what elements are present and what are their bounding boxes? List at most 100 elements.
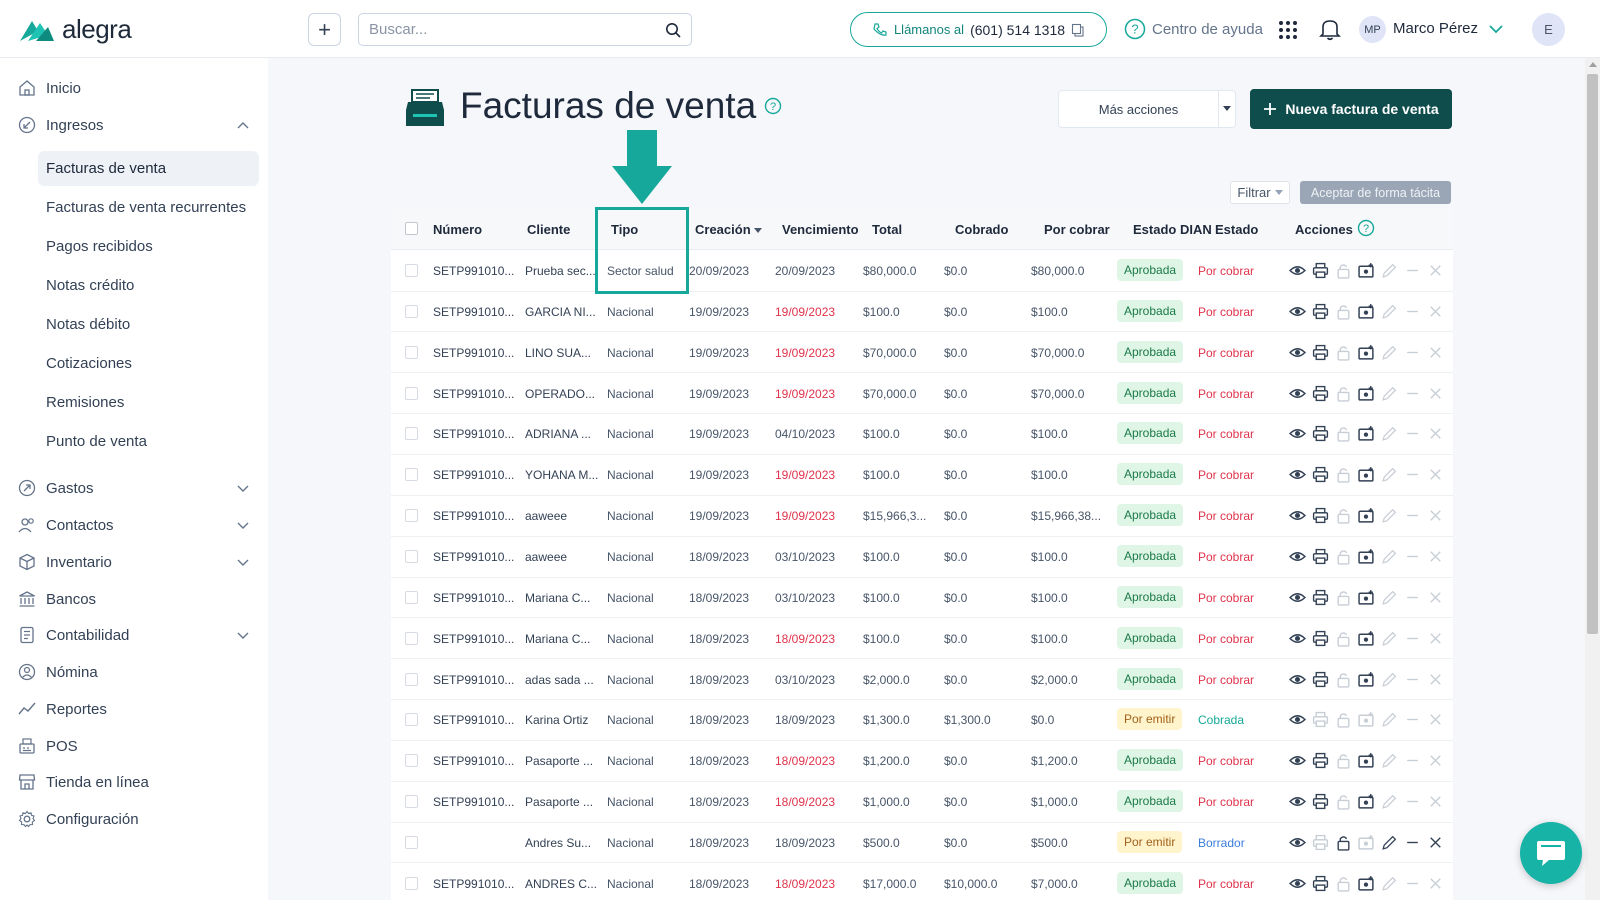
payment-add-icon[interactable] (1358, 671, 1375, 688)
notifications-bell-icon[interactable] (1319, 17, 1341, 41)
cell-numero[interactable]: SETP991010... (433, 754, 514, 768)
edit-pencil-icon[interactable] (1381, 671, 1398, 688)
minus-icon[interactable] (1404, 630, 1421, 647)
void-x-icon[interactable] (1427, 589, 1444, 606)
cell-cliente[interactable]: aaweee (525, 509, 567, 523)
cell-cliente[interactable]: ADRIANA ... (525, 427, 591, 441)
edit-pencil-icon[interactable] (1381, 507, 1398, 524)
sidebar-item-bancos[interactable]: Bancos (18, 590, 250, 608)
void-x-icon[interactable] (1427, 671, 1444, 688)
sidebar-subitem-cotizaciones[interactable]: Cotizaciones (38, 346, 259, 381)
sidebar-item-inventario[interactable]: Inventario (18, 553, 250, 571)
print-icon[interactable] (1312, 548, 1329, 565)
row-checkbox[interactable] (405, 509, 418, 523)
minus-icon[interactable] (1404, 548, 1421, 565)
cell-cliente[interactable]: Prueba sec... (525, 264, 596, 278)
lock-icon[interactable] (1335, 548, 1352, 565)
chevron-up-icon[interactable] (236, 118, 250, 132)
row-checkbox[interactable] (405, 386, 418, 400)
edit-pencil-icon[interactable] (1381, 875, 1398, 892)
edit-pencil-icon[interactable] (1381, 262, 1398, 279)
minus-icon[interactable] (1404, 711, 1421, 728)
cell-cliente[interactable]: GARCIA NI... (525, 305, 596, 319)
view-eye-icon[interactable] (1289, 630, 1306, 647)
edit-pencil-icon[interactable] (1381, 752, 1398, 769)
column-header-estado[interactable]: Estado (1215, 222, 1258, 237)
scroll-thumb[interactable] (1587, 74, 1598, 634)
scroll-up-arrow[interactable] (1589, 62, 1597, 67)
void-x-icon[interactable] (1427, 793, 1444, 810)
lock-icon[interactable] (1335, 385, 1352, 402)
edit-pencil-icon[interactable] (1381, 344, 1398, 361)
void-x-icon[interactable] (1427, 425, 1444, 442)
user-avatar[interactable]: MP (1359, 16, 1386, 43)
view-eye-icon[interactable] (1289, 425, 1306, 442)
view-eye-icon[interactable] (1289, 752, 1306, 769)
cell-cliente[interactable]: Pasaporte ... (525, 754, 593, 768)
edit-pencil-icon[interactable] (1381, 630, 1398, 647)
view-eye-icon[interactable] (1289, 793, 1306, 810)
table-row[interactable]: SETP991010... Pasaporte ... Nacional 18/09/… (391, 781, 1453, 823)
edit-pencil-icon[interactable] (1381, 303, 1398, 320)
lock-icon[interactable] (1335, 344, 1352, 361)
payment-add-icon[interactable] (1358, 793, 1375, 810)
minus-icon[interactable] (1404, 425, 1421, 442)
row-checkbox[interactable] (405, 264, 418, 277)
lock-icon[interactable] (1335, 425, 1352, 443)
row-checkbox[interactable] (405, 427, 418, 441)
view-eye-icon[interactable] (1289, 589, 1306, 606)
sidebar-item-pos[interactable]: POS (18, 737, 250, 755)
company-avatar[interactable]: E (1532, 13, 1565, 46)
sidebar-subitem-remisiones[interactable]: Remisiones (38, 385, 259, 420)
sidebar-item-tienda[interactable]: Tienda en línea (18, 773, 250, 791)
sidebar-subitem-facturas-de-venta[interactable]: Facturas de venta (38, 151, 259, 186)
edit-pencil-icon[interactable] (1381, 834, 1398, 851)
table-row[interactable]: Andres Su... Nacional 18/09/2023 18/09/2023… (391, 822, 1453, 864)
view-eye-icon[interactable] (1289, 671, 1306, 688)
table-row[interactable]: SETP991010... LINO SUA... Nacional 19/09/20… (391, 332, 1453, 374)
view-eye-icon[interactable] (1289, 303, 1306, 320)
print-icon[interactable] (1312, 262, 1329, 279)
sidebar-subitem-pagos-recibidos[interactable]: Pagos recibidos (38, 229, 259, 264)
cell-cliente[interactable]: aaweee (525, 550, 567, 564)
sidebar-item-gastos[interactable]: Gastos (18, 479, 250, 497)
lock-icon[interactable] (1335, 262, 1352, 279)
lock-icon[interactable] (1335, 466, 1352, 483)
view-eye-icon[interactable] (1289, 834, 1306, 851)
cell-cliente[interactable]: Karina Ortiz (525, 713, 588, 727)
edit-pencil-icon[interactable] (1381, 711, 1398, 728)
table-row[interactable]: SETP991010... Mariana C... Nacional 18/09/2… (391, 618, 1453, 660)
view-eye-icon[interactable] (1289, 711, 1306, 728)
payment-add-icon[interactable] (1358, 589, 1375, 606)
lock-icon[interactable] (1335, 752, 1352, 769)
void-x-icon[interactable] (1427, 548, 1444, 565)
caret-down-icon[interactable] (1219, 91, 1235, 127)
print-icon[interactable] (1312, 385, 1329, 402)
column-header-por-cobrar[interactable]: Por cobrar (1044, 222, 1110, 237)
payment-add-icon[interactable] (1358, 630, 1375, 647)
view-eye-icon[interactable] (1289, 875, 1306, 892)
help-circle-icon[interactable]: ? (764, 97, 782, 115)
minus-icon[interactable] (1404, 834, 1421, 851)
payment-add-icon[interactable] (1358, 262, 1375, 279)
row-checkbox[interactable] (405, 795, 418, 809)
minus-icon[interactable] (1404, 303, 1421, 320)
cell-cliente[interactable]: Mariana C... (525, 591, 590, 605)
payment-add-icon[interactable] (1358, 466, 1375, 483)
view-eye-icon[interactable] (1289, 548, 1306, 565)
cell-cliente[interactable]: ANDRES C... (525, 877, 597, 891)
search-bar[interactable] (358, 13, 692, 46)
cell-numero[interactable]: SETP991010... (433, 346, 514, 360)
minus-icon[interactable] (1404, 752, 1421, 769)
cell-cliente[interactable]: Pasaporte ... (525, 795, 593, 809)
print-icon[interactable] (1312, 344, 1329, 361)
apps-grid-icon[interactable] (1278, 20, 1298, 40)
lock-icon[interactable] (1335, 711, 1352, 728)
filter-button[interactable]: Filtrar (1230, 181, 1290, 204)
void-x-icon[interactable] (1427, 711, 1444, 728)
lock-icon[interactable] (1335, 671, 1352, 688)
row-checkbox[interactable] (405, 672, 418, 686)
user-name[interactable]: Marco Pérez (1393, 20, 1478, 37)
column-header-vencimiento[interactable]: Vencimiento (782, 222, 859, 237)
minus-icon[interactable] (1404, 466, 1421, 483)
